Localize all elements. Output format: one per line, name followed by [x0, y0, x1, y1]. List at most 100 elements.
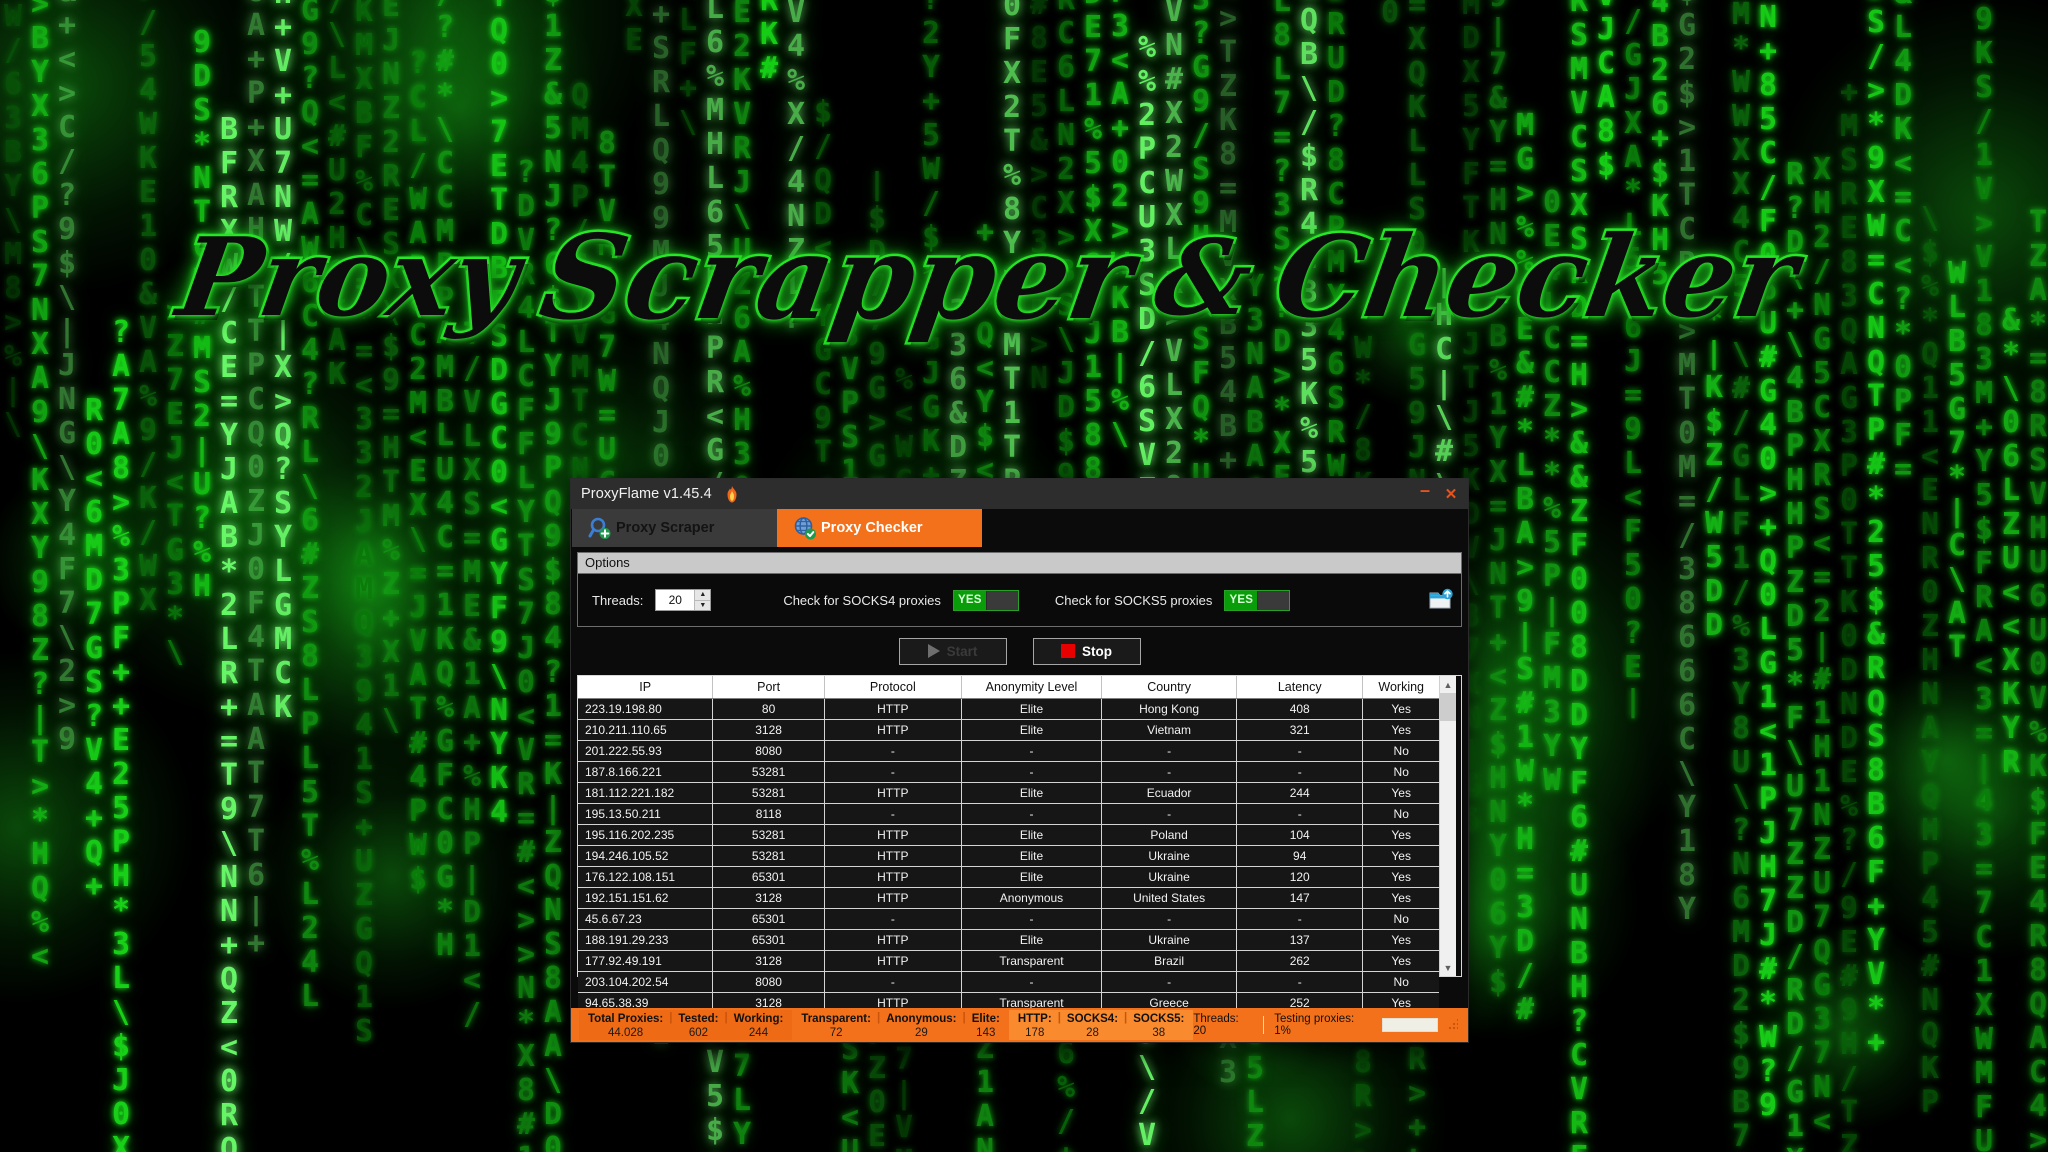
proxy-ip: 195.116.202.235 — [578, 824, 714, 846]
proxy-anonymity: Elite — [961, 845, 1103, 867]
threads-label: Threads: — [592, 592, 644, 608]
progress-bar — [1381, 1018, 1439, 1032]
proxy-working: No — [1362, 908, 1439, 930]
proxy-anonymity: Elite — [961, 719, 1103, 741]
column-header-ip[interactable]: IP — [578, 676, 714, 699]
socks4-toggle[interactable]: YES — [952, 589, 1019, 611]
table-row[interactable]: 177.92.49.191 3128 HTTP Transparent Brazil 26… — [578, 950, 1439, 972]
stop-button[interactable]: Stop — [1032, 637, 1141, 665]
column-header-working[interactable]: Working — [1362, 676, 1439, 699]
status-stat-key: Tested: — [678, 1013, 719, 1025]
proxy-anonymity: - — [961, 803, 1103, 825]
scrollbar-track[interactable] — [1440, 693, 1456, 959]
socks5-toggle[interactable]: YES — [1224, 589, 1291, 611]
matrix-rain-column: T / V L X S = M E & 1 A + % H P | D 1 < … — [462, 317, 482, 1032]
tab-label-proxy-scraper: Proxy Scraper — [616, 520, 715, 536]
proxy-anonymity: Elite — [961, 929, 1103, 951]
proxy-port: 3128 — [712, 887, 825, 909]
scroll-down-icon[interactable]: ▼ — [1440, 959, 1456, 976]
proxy-anonymity: Elite — [961, 824, 1103, 846]
threads-input[interactable] — [656, 590, 695, 610]
proxy-anonymity: Elite — [961, 866, 1103, 888]
column-header-anonymity[interactable]: Anonymity Level — [961, 676, 1103, 699]
proxy-country: - — [1101, 740, 1238, 762]
table-row[interactable]: 188.191.29.233 65301 HTTP Elite Ukraine 137 Ye… — [578, 929, 1439, 951]
proxyflame-window: ProxyFlame v1.45.4 – ✕ Proxy Scraper Pro… — [570, 478, 1469, 1043]
proxy-anonymity: - — [961, 908, 1103, 930]
table-row[interactable]: 187.8.166.221 53281- - - - No — [578, 761, 1439, 783]
column-header-latency[interactable]: Latency — [1236, 676, 1364, 699]
column-header-protocol[interactable]: Protocol — [824, 676, 962, 699]
tab-proxy-scraper[interactable]: Proxy Scraper — [572, 509, 777, 547]
proxy-latency: 104 — [1236, 824, 1364, 846]
proxy-protocol: - — [824, 803, 962, 825]
proxy-anonymity: Elite — [961, 782, 1103, 804]
magnifier-plus-icon — [588, 516, 612, 540]
proxy-country: Hong Kong — [1101, 698, 1238, 720]
minimize-button[interactable]: – — [1412, 481, 1438, 507]
scroll-up-icon[interactable]: ▲ — [1440, 676, 1456, 693]
stop-button-label: Stop — [1082, 643, 1112, 659]
table-row[interactable]: 192.151.151.62 3128 HTTP Anonymous United St… — [578, 887, 1439, 909]
status-stat: Transparent: 72 — [795, 1012, 877, 1040]
start-button[interactable]: Start — [898, 637, 1007, 665]
status-stat-value: 44.028 — [608, 1027, 644, 1039]
load-proxies-button[interactable] — [1427, 587, 1453, 613]
table-row[interactable]: 194.246.105.52 53281 HTTP Elite Ukraine 94 Yes — [578, 845, 1439, 867]
table-row[interactable]: 201.222.55.93 8080- - - - No — [578, 740, 1439, 762]
proxy-port: 53281 — [712, 824, 825, 846]
status-stat: SOCKS4: 28 — [1061, 1012, 1124, 1040]
proxy-country: Poland — [1101, 824, 1238, 846]
proxy-protocol: HTTP — [824, 824, 962, 846]
matrix-rain-column: 8 K < # 2 * 3 5 U Y H L 9 | 7 & Y = H N … — [1488, 0, 1508, 1000]
proxy-working: No — [1362, 971, 1439, 993]
table-row[interactable]: 210.211.110.65 3128 HTTP Elite Vietnam 321 Yes — [578, 719, 1439, 741]
table-row[interactable]: 195.13.50.211 8118- - - - No — [578, 803, 1439, 825]
flame-icon — [724, 485, 740, 503]
status-stat: Working: 244 — [728, 1012, 790, 1040]
threads-spinner-buttons[interactable]: ▲ ▼ — [694, 590, 711, 611]
matrix-rain-column: W C \ 4 * M E X V 0 9 2 < * R K # — [759, 0, 779, 86]
status-stat-value: 244 — [748, 1027, 769, 1039]
table-row[interactable]: 45.6.67.23 65301- - - - No — [578, 908, 1439, 930]
threads-decrement-icon[interactable]: ▼ — [695, 601, 710, 611]
matrix-rain-column: V M E M * W W X X 4 C 5 * \ # / G L F 1 … — [1731, 0, 1751, 1152]
socks5-label: Check for SOCKS5 proxies — [1054, 592, 1213, 608]
table-row[interactable]: 195.116.202.235 53281 HTTP Elite Poland 104 Ye… — [578, 824, 1439, 846]
table-row[interactable]: 203.104.202.54 8080- - - - No — [578, 971, 1439, 993]
close-button[interactable]: ✕ — [1438, 481, 1464, 507]
matrix-rain-column: 9 D S * N T 0 M # M S 2 | U ? % H — [192, 25, 212, 604]
matrix-rain-column: B F R X W / C E = Y J A B * 2 L R + = T … — [219, 112, 239, 1152]
status-stat-value: 178 — [1025, 1027, 1045, 1039]
matrix-rain-column: W R 5 Z A 6 \ E B | / U K M X B F % C \ … — [354, 0, 374, 1049]
threads-stepper[interactable]: ▲ ▼ — [655, 589, 712, 611]
status-stat-value: 72 — [829, 1027, 843, 1039]
table-row[interactable]: 223.19.198.80 80 HTTP Elite Hong Kong 408 Yes — [578, 698, 1439, 720]
status-group: HTTP: 178 | SOCKS4: 28 | SOCKS5: 38 — [1008, 1010, 1194, 1040]
proxy-latency: 137 — [1236, 929, 1364, 951]
threads-increment-icon[interactable]: ▲ — [695, 590, 711, 601]
proxy-country: Ukraine — [1101, 866, 1238, 888]
table-row[interactable]: 176.122.108.151 65301 HTTP Elite Ukraine 120 Y… — [578, 866, 1439, 888]
proxy-ip: 194.246.105.52 — [578, 845, 714, 867]
table-row[interactable]: 181.112.221.182 53281 HTTP Elite Ecuador 244 Y… — [578, 782, 1439, 804]
matrix-rain-column: H H J 4 ? F < + + P G B \ E J N Z 2 R E … — [381, 0, 401, 738]
window-titlebar[interactable]: ProxyFlame v1.45.4 – ✕ — [571, 479, 1468, 509]
scrollbar-thumb[interactable] — [1440, 693, 1456, 721]
socks5-toggle-knob — [1257, 590, 1290, 610]
resize-grip-icon[interactable] — [1448, 1019, 1458, 1031]
column-header-port[interactable]: Port — [712, 676, 825, 699]
results-scrollbar[interactable]: ▲ ▼ — [1439, 676, 1456, 976]
matrix-rain-column: J 2 T 7 Z 4 3 4 | G 9 ? Q < = A W 6 C 4 … — [300, 0, 320, 1014]
matrix-rain-column: / G J X A * L 5 7 6 J = 9 L < F 5 0 ? E … — [1623, 4, 1643, 719]
matrix-rain-column: N > & L 4 D K < = C < ? * 0 P F = — [1893, 0, 1913, 487]
proxy-protocol: HTTP — [824, 866, 962, 888]
matrix-rain-column: 5 < E B $ G 2 $ > 1 T C R J > M T 0 M = … — [1677, 0, 1697, 927]
proxy-ip: 181.112.221.182 — [578, 782, 714, 804]
socks5-option: Check for SOCKS5 proxies YES — [1054, 589, 1291, 611]
proxy-ip: 188.191.29.233 — [578, 929, 714, 951]
tab-proxy-checker[interactable]: Proxy Checker — [777, 509, 982, 547]
proxy-protocol: - — [824, 908, 962, 930]
matrix-rain-column: J K \ / % V > X D 8 A + P + X A H ? T T … — [246, 0, 266, 961]
column-header-country[interactable]: Country — [1101, 676, 1238, 699]
